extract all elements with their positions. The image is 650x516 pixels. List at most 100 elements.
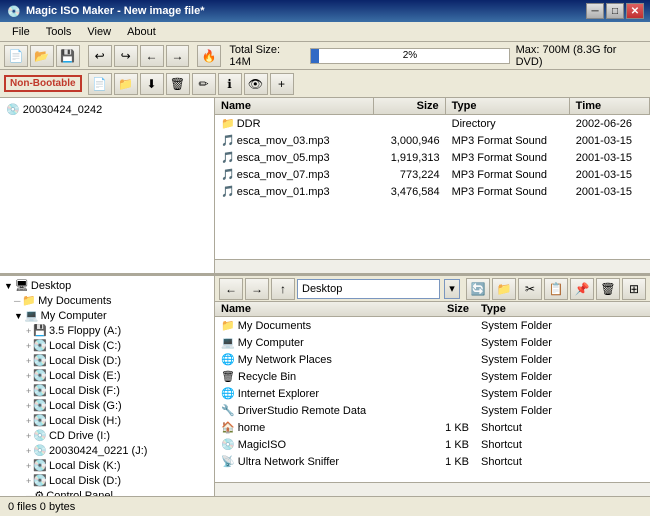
fs-col-type[interactable]: Type: [475, 302, 650, 316]
add2-button[interactable]: +: [270, 73, 294, 95]
floppy-icon: 💾: [33, 324, 47, 337]
menu-about[interactable]: About: [119, 24, 164, 40]
mp3-icon: 🎵: [221, 186, 235, 198]
add-folder-button[interactable]: 📁: [114, 73, 138, 95]
status-bar: 0 files 0 bytes: [0, 496, 650, 516]
fs-file-size: 1 KB: [415, 438, 475, 452]
fs-tree-label: 20030424_0221 (J:): [49, 445, 147, 457]
fs-paste-button[interactable]: 📌: [570, 278, 594, 300]
fs-back-button[interactable]: ←: [219, 278, 243, 300]
list-item[interactable]: 💻 My Computer System Folder: [215, 334, 650, 351]
fs-tree-item-floppy[interactable]: + 💾 3.5 Floppy (A:): [2, 323, 212, 338]
fs-tree-item-diskH[interactable]: + 💽 Local Disk (H:): [2, 413, 212, 428]
new-button[interactable]: 📄: [4, 45, 28, 67]
table-row[interactable]: 🎵esca_mov_05.mp3 1,919,313 MP3 Format So…: [215, 149, 650, 166]
iso-col-name[interactable]: Name: [215, 98, 374, 114]
undo-button[interactable]: ↩: [88, 45, 112, 67]
iso-horizontal-scrollbar[interactable]: [215, 259, 650, 273]
fs-tree-item-diskF[interactable]: + 💽 Local Disk (F:): [2, 383, 212, 398]
list-item[interactable]: 🌐 My Network Places System Folder: [215, 351, 650, 368]
forward-button[interactable]: →: [166, 45, 190, 67]
list-item[interactable]: 💿 MagicISO 1 KB Shortcut: [215, 436, 650, 453]
iso-tree-root[interactable]: 💿 20030424_0242: [4, 102, 210, 117]
mp3-icon: 🎵: [221, 135, 235, 147]
maximize-button[interactable]: □: [606, 3, 624, 19]
fs-tree-item-cdI[interactable]: + 💿 CD Drive (I:): [2, 428, 212, 443]
save-button[interactable]: 💾: [56, 45, 80, 67]
fs-col-name[interactable]: Name: [215, 302, 415, 316]
fs-newfolder-button[interactable]: 📁: [492, 278, 516, 300]
fs-up-button[interactable]: ↑: [271, 278, 295, 300]
fs-tree-item-diskD2[interactable]: + 💽 Local Disk (D:): [2, 473, 212, 488]
view-button[interactable]: 👁: [244, 73, 268, 95]
fs-file-size: [415, 342, 475, 344]
fs-horizontal-scrollbar[interactable]: [215, 482, 650, 496]
fs-tree-item-diskD[interactable]: + 💽 Local Disk (D:): [2, 353, 212, 368]
iso-col-time[interactable]: Time: [570, 98, 650, 114]
fs-tree-item-diskE[interactable]: + 💽 Local Disk (E:): [2, 368, 212, 383]
file-type: MP3 Format Sound: [446, 185, 570, 199]
rename-button[interactable]: ✏: [192, 73, 216, 95]
title-bar-text: Magic ISO Maker - New image file*: [26, 5, 205, 17]
fs-file-type: System Folder: [475, 319, 650, 333]
fs-tree-item-diskC[interactable]: + 💽 Local Disk (C:): [2, 338, 212, 353]
fs-delete-button[interactable]: 🗑: [596, 278, 620, 300]
file-name: 🎵esca_mov_05.mp3: [215, 150, 374, 165]
fs-col-size[interactable]: Size: [415, 302, 475, 316]
file-size: 3,476,584: [374, 185, 446, 199]
fs-grid-button[interactable]: ⊞: [622, 278, 646, 300]
fs-refresh-button[interactable]: 🔄: [466, 278, 490, 300]
properties-button[interactable]: ℹ: [218, 73, 242, 95]
table-row[interactable]: 🎵esca_mov_01.mp3 3,476,584 MP3 Format So…: [215, 183, 650, 200]
fs-tree-container: ▼ 🖥 Desktop ─ 📁 My Documents ▼ 💻 My Comp…: [0, 276, 215, 496]
fs-files-header: Name Size Type: [215, 302, 650, 317]
fs-file-type: Shortcut: [475, 438, 650, 452]
fs-tree-item-controlpanel[interactable]: ─ ⚙ Control Panel: [2, 488, 212, 496]
fs-file-type: Shortcut: [475, 421, 650, 435]
close-button[interactable]: ✕: [626, 3, 644, 19]
fs-tree-label: Local Disk (G:): [49, 400, 122, 412]
list-item[interactable]: 🔧 DriverStudio Remote Data System Folder: [215, 402, 650, 419]
fs-tree-item-mydocs[interactable]: ─ 📁 My Documents: [2, 293, 212, 308]
table-row[interactable]: 🎵esca_mov_07.mp3 773,224 MP3 Format Soun…: [215, 166, 650, 183]
add-file-button[interactable]: 📄: [88, 73, 112, 95]
computer-icon: 💻: [221, 337, 235, 349]
fs-tree-item-mycomputer[interactable]: ▼ 💻 My Computer: [2, 308, 212, 323]
burn-button[interactable]: 🔥: [197, 45, 221, 67]
menu-file[interactable]: File: [4, 24, 38, 40]
fs-path-dropdown-arrow[interactable]: ▾: [444, 279, 460, 299]
fs-forward-button[interactable]: →: [245, 278, 269, 300]
iso-col-type[interactable]: Type: [446, 98, 570, 114]
list-item[interactable]: 🌐 Internet Explorer System Folder: [215, 385, 650, 402]
table-row[interactable]: 🎵esca_mov_03.mp3 3,000,946 MP3 Format So…: [215, 132, 650, 149]
fs-path-combo[interactable]: Desktop: [297, 279, 440, 299]
table-row[interactable]: 📁DDR Directory 2002-06-26: [215, 115, 650, 132]
non-bootable-badge[interactable]: Non-Bootable: [4, 75, 82, 92]
menu-view[interactable]: View: [79, 24, 119, 40]
expand-icon: +: [26, 326, 31, 336]
redo-button[interactable]: ↪: [114, 45, 138, 67]
fs-tree-label: Local Disk (E:): [49, 370, 121, 382]
fs-tree-item-cdJ[interactable]: + 💿 20030424_0221 (J:): [2, 443, 212, 458]
list-item[interactable]: 📡 Ultra Network Sniffer 1 KB Shortcut: [215, 453, 650, 470]
fs-tree-item-diskK[interactable]: + 💽 Local Disk (K:): [2, 458, 212, 473]
minimize-button[interactable]: ─: [586, 3, 604, 19]
open-button[interactable]: 📂: [30, 45, 54, 67]
fs-tree-item-diskG[interactable]: + 💽 Local Disk (G:): [2, 398, 212, 413]
back-button[interactable]: ←: [140, 45, 164, 67]
fs-copy-button[interactable]: 📋: [544, 278, 568, 300]
menu-tools[interactable]: Tools: [38, 24, 80, 40]
iso-col-size[interactable]: Size: [374, 98, 446, 114]
disk-icon: 💽: [33, 354, 47, 367]
extract-button[interactable]: ⬇: [140, 73, 164, 95]
expand-icon: +: [26, 476, 31, 486]
disk-icon: 💽: [33, 399, 47, 412]
fs-tree-item-desktop[interactable]: ▼ 🖥 Desktop: [2, 278, 212, 293]
list-item[interactable]: 📁 My Documents System Folder: [215, 317, 650, 334]
list-item[interactable]: 🏠 home 1 KB Shortcut: [215, 419, 650, 436]
list-item[interactable]: 🗑 Recycle Bin System Folder: [215, 368, 650, 385]
file-name: 🎵esca_mov_01.mp3: [215, 184, 374, 199]
delete-button[interactable]: 🗑: [166, 73, 190, 95]
fs-cut-button[interactable]: ✂: [518, 278, 542, 300]
expand-icon: +: [26, 341, 31, 351]
